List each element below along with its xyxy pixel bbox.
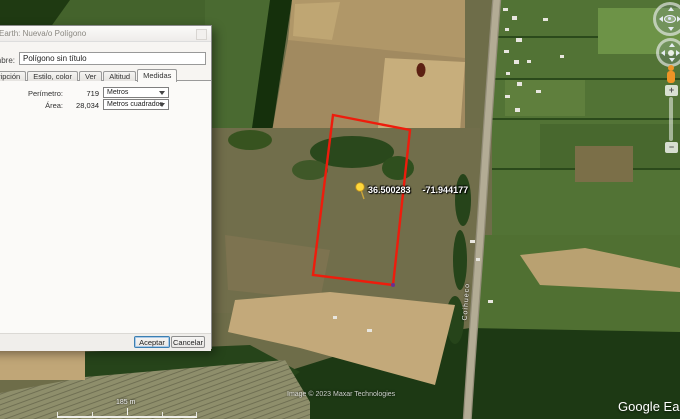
zoom-slider[interactable] <box>669 97 673 141</box>
eye-icon <box>664 15 676 23</box>
dialog-title: Google Earth: Nueva/o Polígono <box>0 29 86 38</box>
pushpin-head <box>356 183 365 192</box>
polygon-name-input[interactable] <box>19 52 206 65</box>
polygon-properties-dialog: Google Earth: Nueva/o Polígono Nombre: D… <box>0 25 212 349</box>
tab-ver[interactable]: Ver <box>79 71 102 81</box>
move-center-dot <box>668 50 674 56</box>
area-unit-value: Metros cuadrados <box>107 101 163 108</box>
scale-tick <box>196 412 197 416</box>
look-left-arrow-icon[interactable] <box>659 16 663 22</box>
accept-button[interactable]: Aceptar <box>134 336 170 348</box>
move-joystick[interactable] <box>656 38 680 67</box>
scale-label: 185 m <box>116 399 135 406</box>
chevron-down-icon <box>159 103 165 107</box>
scale-bar <box>57 416 197 418</box>
perimeter-label: Perímetro: <box>0 89 63 98</box>
measures-panel <box>0 80 211 334</box>
pegman-body <box>667 71 675 83</box>
imagery-attribution: Image © 2023 Maxar Technologies <box>287 391 395 398</box>
scale-tick <box>162 412 163 416</box>
tab-descripcion[interactable]: Descripción <box>0 71 26 81</box>
polygon-vertex-dot[interactable] <box>391 283 395 287</box>
scale-tick <box>127 408 128 415</box>
google-earth-window: 36.500283-71.944177 Coihueco 185 m Image… <box>0 0 680 419</box>
chevron-down-icon <box>159 91 165 95</box>
latitude-value: 36.500283 <box>368 185 411 195</box>
zoom-out-button[interactable]: − <box>665 142 678 153</box>
move-down-arrow-icon[interactable] <box>669 58 675 62</box>
pin-coordinates-label: 36.500283 -71.944177 <box>368 185 480 195</box>
tab-estilo-color[interactable]: Estilo, color <box>27 71 78 81</box>
area-unit-select[interactable]: Metros cuadrados <box>103 99 169 110</box>
tab-medidas[interactable]: Medidas <box>137 69 177 82</box>
move-right-arrow-icon[interactable] <box>676 50 680 56</box>
area-label: Área: <box>0 101 63 110</box>
perimeter-unit-value: Metros <box>107 89 128 96</box>
area-value: 28,034 <box>65 101 99 110</box>
look-up-arrow-icon[interactable] <box>668 7 674 11</box>
dialog-tabs: Descripción Estilo, color Ver Altitud Me… <box>0 70 178 81</box>
dialog-titlebar[interactable]: Google Earth: Nueva/o Polígono <box>0 26 211 42</box>
dialog-close-button[interactable] <box>196 29 207 40</box>
cancel-button[interactable]: Cancelar <box>171 336 205 348</box>
perimeter-value: 719 <box>65 89 99 98</box>
look-joystick[interactable] <box>653 2 680 36</box>
move-left-arrow-icon[interactable] <box>661 50 665 56</box>
google-earth-logo: Google Earth <box>618 399 680 414</box>
longitude-value: -71.944177 <box>423 185 469 195</box>
look-down-arrow-icon[interactable] <box>668 27 674 31</box>
perimeter-unit-select[interactable]: Metros <box>103 87 169 98</box>
name-field-label: Nombre: <box>0 56 15 65</box>
scale-tick <box>57 412 58 416</box>
tab-altitud[interactable]: Altitud <box>103 71 136 81</box>
scale-tick <box>92 412 93 416</box>
pegman-icon[interactable] <box>664 65 678 84</box>
move-up-arrow-icon[interactable] <box>669 43 675 47</box>
zoom-in-button[interactable]: + <box>665 85 678 96</box>
